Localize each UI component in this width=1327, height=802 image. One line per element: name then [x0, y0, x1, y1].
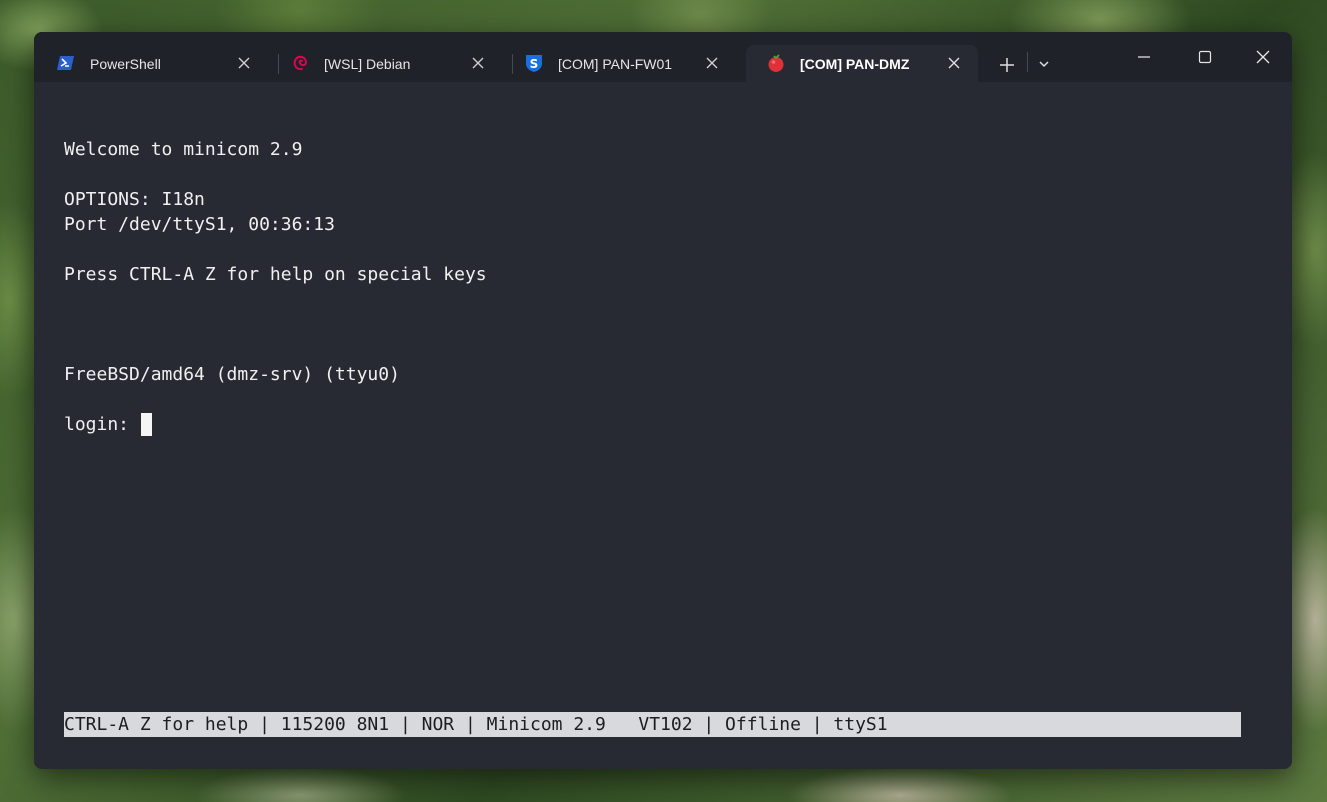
close-icon[interactable]: [702, 53, 722, 73]
terminal-line: Welcome to minicom 2.9: [64, 139, 303, 160]
terminal-window: PowerShell [WSL] Debian S [COM] PAN-FW01…: [34, 32, 1292, 769]
tab-pan-fw01[interactable]: S [COM] PAN-FW01: [504, 45, 736, 82]
close-icon[interactable]: [468, 53, 488, 73]
login-prompt: login:: [64, 414, 140, 435]
close-icon[interactable]: [234, 53, 254, 73]
minimize-icon: [1138, 56, 1150, 58]
terminal-line: FreeBSD/amd64 (dmz-srv) (ttyu0): [64, 364, 400, 385]
tab-divider: [1027, 52, 1028, 72]
maximize-button[interactable]: [1191, 44, 1219, 70]
close-icon: [1256, 50, 1270, 64]
tab-pan-dmz[interactable]: [COM] PAN-DMZ: [746, 45, 978, 82]
svg-text:S: S: [530, 57, 539, 71]
chevron-down-icon: [1039, 61, 1049, 68]
close-icon[interactable]: [944, 53, 964, 73]
close-window-button[interactable]: [1249, 44, 1277, 70]
maximize-icon: [1198, 50, 1212, 64]
terminal-line: Port /dev/ttyS1, 00:36:13: [64, 214, 335, 235]
text-cursor: [141, 413, 152, 436]
terminal-line: OPTIONS: I18n: [64, 189, 205, 210]
tab-dropdown-button[interactable]: [1032, 52, 1056, 76]
debian-swirl-icon: [290, 53, 310, 73]
tab-label: [COM] PAN-DMZ: [800, 55, 910, 72]
minimize-button[interactable]: [1130, 44, 1158, 70]
blue-shield-s-icon: S: [524, 53, 544, 73]
tab-strip: PowerShell [WSL] Debian S [COM] PAN-FW01…: [34, 32, 1292, 82]
minicom-status-bar: CTRL-A Z for help | 115200 8N1 | NOR | M…: [64, 712, 1241, 737]
plus-icon: [1000, 58, 1014, 72]
new-tab-button[interactable]: [994, 52, 1020, 78]
terminal-line: Press CTRL-A Z for help on special keys: [64, 264, 487, 285]
powershell-icon: [56, 53, 76, 73]
red-berry-icon: [766, 53, 786, 73]
tab-powershell[interactable]: PowerShell: [36, 45, 268, 82]
tab-label: [COM] PAN-FW01: [558, 55, 673, 72]
tab-wsl-debian[interactable]: [WSL] Debian: [270, 45, 502, 82]
tab-label: [WSL] Debian: [324, 55, 411, 72]
tab-label: PowerShell: [90, 55, 161, 72]
